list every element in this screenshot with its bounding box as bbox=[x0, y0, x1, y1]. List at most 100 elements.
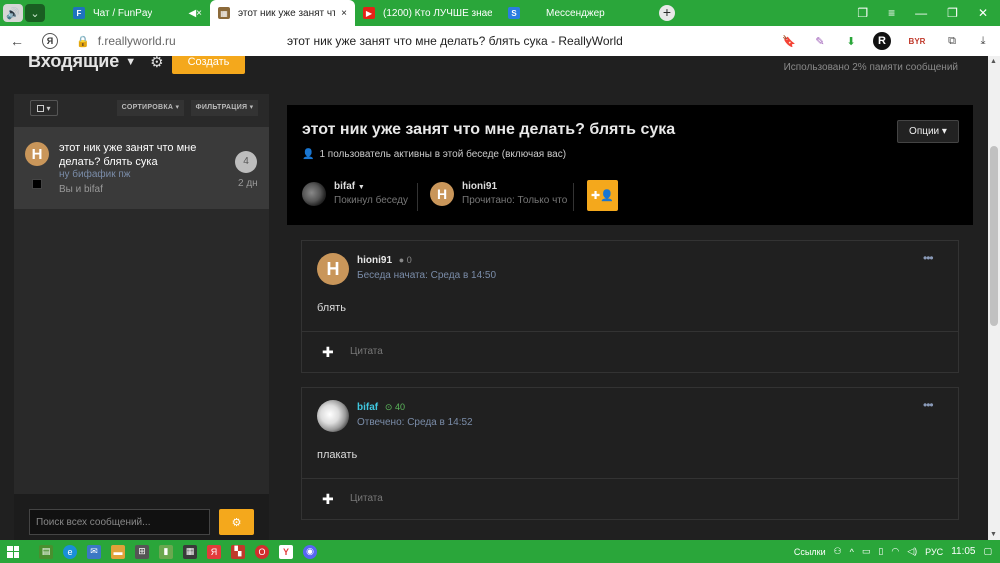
close-icon[interactable]: × bbox=[341, 8, 347, 19]
yandex-app-icon[interactable]: Я bbox=[207, 544, 221, 559]
avatar[interactable] bbox=[317, 400, 349, 432]
speaker-icon[interactable]: 🔊 bbox=[3, 4, 23, 22]
app-icon[interactable]: ▤ bbox=[39, 544, 53, 559]
wifi-icon[interactable]: ◠ bbox=[891, 546, 899, 557]
active-users-text: 1 пользователь активны в этой беседе (вк… bbox=[319, 149, 567, 160]
game-icon[interactable]: ▚ bbox=[231, 544, 245, 559]
close-window-icon[interactable]: ✕ bbox=[978, 6, 988, 20]
chevron-down-icon[interactable]: ▼ bbox=[125, 56, 136, 68]
youtube-icon: ▶ bbox=[363, 7, 375, 19]
download-manager-icon[interactable]: ⤓ bbox=[974, 32, 992, 50]
conversation-author[interactable]: ну бифафик пж bbox=[59, 169, 130, 180]
avatar[interactable]: H bbox=[317, 253, 349, 285]
participant-bifaf[interactable]: bifaf ▼ Покинул беседу bbox=[302, 181, 408, 206]
pen-icon[interactable]: ✎ bbox=[811, 32, 829, 50]
yandex-browser-icon[interactable]: Y bbox=[279, 544, 293, 559]
tab-messenger[interactable]: S Мессенджер bbox=[500, 0, 645, 26]
mail-icon[interactable]: ✉ bbox=[87, 544, 101, 559]
byr-extension-icon[interactable]: BYR bbox=[904, 32, 930, 50]
scroll-down-icon[interactable]: ▼ bbox=[990, 531, 997, 538]
network-icon[interactable]: ▭ bbox=[862, 546, 871, 557]
create-button[interactable]: Создать bbox=[172, 56, 245, 74]
tab-reallyworld[interactable]: ▦ этот ник уже занят что × bbox=[210, 0, 355, 26]
conversation-checkbox[interactable] bbox=[32, 179, 42, 189]
filter-button[interactable]: ФИЛЬТРАЦИЯ ▾ bbox=[191, 100, 258, 116]
edge-icon[interactable]: e bbox=[63, 544, 77, 559]
avatar[interactable]: H bbox=[25, 142, 49, 166]
conversation-list-item[interactable]: H этот ник уже занят что мне делать? бля… bbox=[14, 127, 269, 209]
folder-icon[interactable]: ▬ bbox=[111, 544, 125, 559]
download-icon[interactable]: ⬇ bbox=[842, 32, 860, 50]
chevron-up-icon[interactable]: ^ bbox=[850, 547, 854, 557]
links-label[interactable]: Ссылки bbox=[794, 547, 826, 557]
windows-start-icon[interactable] bbox=[7, 545, 19, 558]
opera-icon[interactable]: O bbox=[255, 544, 269, 559]
participant-hioni91[interactable]: H hioni91 Прочитано: Только что bbox=[430, 181, 567, 206]
message: bifaf ⊙ 40 Отвечено: Среда в 14:52 плака… bbox=[301, 387, 959, 520]
options-button[interactable]: Опции ▾ bbox=[897, 120, 959, 143]
scroll-up-icon[interactable]: ▲ bbox=[990, 58, 997, 65]
more-options-icon[interactable]: ••• bbox=[923, 251, 934, 265]
participant-info: bifaf ▼ Покинул беседу bbox=[334, 181, 408, 206]
people-icon[interactable]: ⚇ bbox=[834, 546, 842, 557]
lock-icon[interactable]: 🔒 bbox=[76, 35, 90, 48]
maximize-icon[interactable]: ❐ bbox=[947, 6, 958, 20]
bookmark-icon[interactable]: 🔖 bbox=[780, 32, 798, 50]
plus-icon[interactable]: ✚ bbox=[322, 344, 334, 361]
battery-icon[interactable]: ▯ bbox=[878, 546, 883, 557]
sort-button[interactable]: СОРТИРОВКА ▾ bbox=[117, 100, 184, 116]
scrollbar-thumb[interactable] bbox=[990, 146, 998, 326]
options-label: Опции bbox=[909, 126, 940, 137]
avatar[interactable]: H bbox=[430, 181, 454, 206]
add-participant-button[interactable]: ✚👤 bbox=[587, 180, 618, 211]
r-extension-icon[interactable]: R bbox=[873, 32, 891, 50]
chevron-down-icon[interactable]: ⌄ bbox=[25, 4, 45, 22]
search-input[interactable] bbox=[29, 509, 210, 535]
plus-icon[interactable]: ✚ bbox=[322, 491, 334, 508]
tab-youtube[interactable]: ▶ (1200) Кто ЛУЧШЕ знает М bbox=[355, 0, 500, 26]
message: H hioni91 ● 0 Беседа начата: Среда в 14:… bbox=[301, 240, 959, 373]
participant-name[interactable]: bifaf ▼ bbox=[334, 181, 408, 192]
conversation-header: этот ник уже занят что мне делать? блять… bbox=[287, 105, 973, 225]
lang-indicator[interactable]: РУС bbox=[925, 547, 943, 557]
message-text: блять bbox=[317, 302, 346, 314]
conversation-participants: Вы и bifaf bbox=[59, 184, 103, 195]
clock[interactable]: 11:05 bbox=[951, 546, 975, 557]
conversation-title[interactable]: этот ник уже занят что мне делать? блять… bbox=[59, 141, 209, 169]
participant-name[interactable]: hioni91 bbox=[462, 181, 567, 192]
message-meta[interactable]: Беседа начата: Среда в 14:50 bbox=[357, 270, 496, 281]
avatar[interactable] bbox=[302, 181, 326, 206]
menu-icon[interactable]: ≡ bbox=[888, 6, 895, 20]
tab-label: Чат / FunPay bbox=[93, 7, 153, 19]
tab-funpay[interactable]: F Чат / FunPay ◀× bbox=[65, 0, 210, 26]
select-all-dropdown[interactable]: ▾ bbox=[30, 100, 58, 116]
gear-icon[interactable]: ⚙ bbox=[150, 56, 163, 71]
page-scrollbar[interactable]: ▲ ▼ bbox=[988, 56, 1000, 540]
files-icon[interactable]: ▦ bbox=[183, 544, 197, 559]
page-title[interactable]: этот ник уже занят что мне делать? блять… bbox=[287, 34, 623, 48]
minimize-icon[interactable]: — bbox=[915, 6, 927, 20]
more-options-icon[interactable]: ••• bbox=[923, 398, 934, 412]
message-author[interactable]: bifaf ⊙ 40 bbox=[357, 402, 405, 413]
volume-icon[interactable]: ◁) bbox=[907, 546, 917, 557]
android-icon[interactable]: ▮ bbox=[159, 544, 173, 559]
store-icon[interactable]: ⊞ bbox=[135, 544, 149, 559]
discord-icon[interactable]: ◉ bbox=[303, 544, 317, 559]
message-footer: ✚ Цитата bbox=[302, 478, 958, 520]
quote-button[interactable]: Цитата bbox=[350, 346, 383, 357]
message-footer: ✚ Цитата bbox=[302, 331, 958, 373]
message-meta[interactable]: Отвечено: Среда в 14:52 bbox=[357, 417, 473, 428]
yandex-icon[interactable]: Я bbox=[42, 33, 58, 49]
message-author[interactable]: hioni91 ● 0 bbox=[357, 255, 412, 266]
conversation-date: 2 дн bbox=[238, 178, 258, 189]
tabs-icon[interactable]: ❐ bbox=[857, 6, 868, 20]
new-tab-button[interactable]: + bbox=[659, 5, 675, 21]
quote-button[interactable]: Цитата bbox=[350, 493, 383, 504]
mute-icon[interactable]: ◀× bbox=[188, 8, 202, 19]
inbox-title[interactable]: Входящие ▼ ⚙ bbox=[28, 56, 164, 72]
back-arrow-icon[interactable]: ← bbox=[0, 33, 34, 49]
notifications-icon[interactable]: ▢ bbox=[983, 546, 992, 557]
extensions-icon[interactable]: ⧉ bbox=[943, 32, 961, 50]
search-settings-button[interactable]: ⚙ bbox=[219, 509, 254, 535]
url-domain[interactable]: f.reallyworld.ru bbox=[98, 34, 176, 48]
